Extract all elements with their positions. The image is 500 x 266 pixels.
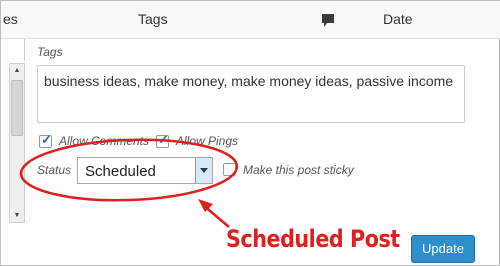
chevron-down-icon[interactable] [195, 158, 212, 183]
sticky-label: Make this post sticky [243, 163, 354, 177]
column-header-date[interactable]: Date [383, 11, 413, 27]
status-label: Status [37, 163, 72, 177]
allow-comments-checkbox[interactable] [39, 132, 52, 148]
allow-pings-label: Allow Pings [176, 134, 239, 148]
scroll-up-icon[interactable]: ▲ [10, 64, 24, 77]
panel-edge [13, 39, 25, 61]
scroll-down-icon[interactable]: ▼ [10, 209, 24, 222]
allow-comments-label: Allow Comments [59, 134, 150, 148]
table-header: es Tags Date [1, 1, 500, 39]
column-header-tags[interactable]: Tags [138, 11, 168, 27]
comment-icon[interactable] [321, 13, 335, 29]
annotation-arrow-line [202, 204, 230, 228]
column-header-partial[interactable]: es [3, 11, 18, 27]
status-select[interactable]: Scheduled [77, 157, 213, 184]
quick-edit-panel: es Tags Date ▲ ▼ Tags business ideas, ma… [0, 0, 500, 266]
scroll-thumb[interactable] [11, 80, 23, 136]
update-button[interactable]: Update [411, 235, 475, 263]
tags-label: Tags [37, 45, 63, 59]
annotation-text: Scheduled Post [226, 225, 400, 253]
tags-textarea[interactable]: business ideas, make money, make money i… [37, 65, 465, 123]
scrollbar[interactable]: ▲ ▼ [9, 63, 25, 223]
annotation-arrow-head [198, 199, 213, 212]
allow-pings-checkbox[interactable] [156, 132, 169, 148]
status-selected-value: Scheduled [85, 163, 156, 180]
sticky-checkbox[interactable] [223, 163, 236, 176]
